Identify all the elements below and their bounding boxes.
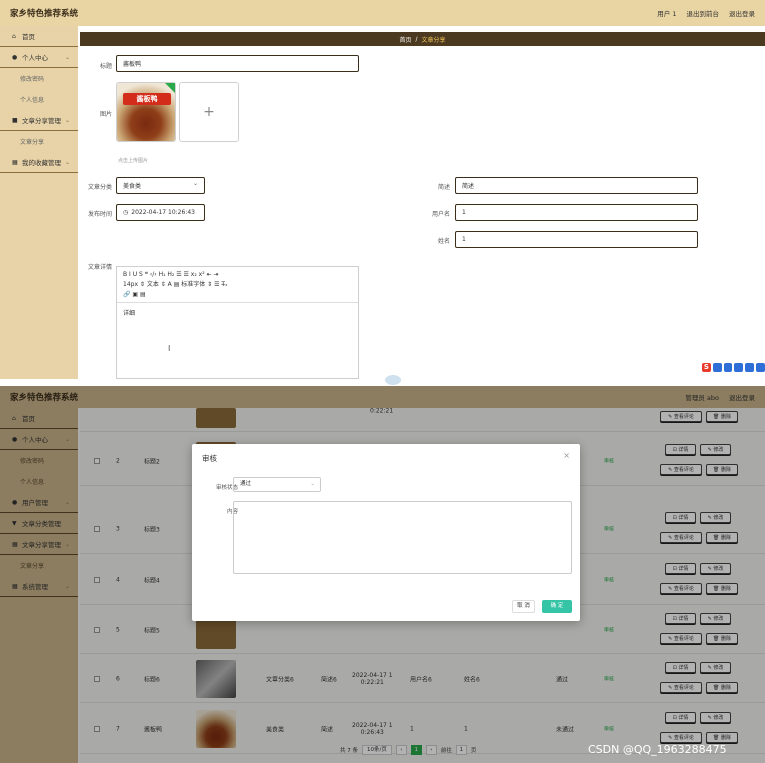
article-review-screen: 家乡特色推荐系统 管理员 abo 退出登录 ⌂ 首页 ● 个人中心 ⌄ 修改密码 个人信息 ● 用… [0,386,765,763]
sidebar: ⌂ 首页 ● 个人中心 ⌄ 修改密码 个人信息 ■ 文章分享管理 ⌄ 文章分享 ▦ 我的收藏管理 ⌄ [0,26,78,379]
review-dialog: 审核 × 审核状态 通过 ⌄ 内容 取 消 确 定 [192,444,580,621]
name-input[interactable]: 1 [455,231,698,248]
title-input[interactable]: 酱板鸭 [116,55,359,72]
chevron-down-icon: ⌄ [64,116,70,124]
upload-hint: 点击上传图片 [118,158,149,164]
sidebar-item-label: 我的收藏管理 [22,159,61,167]
close-icon[interactable]: × [563,451,570,460]
brief-label: 简述 [437,184,450,191]
image-label: 图片 [99,111,112,118]
sidebar-item-label: 个人信息 [20,97,45,104]
sidebar-item-4[interactable]: ■ 文章分享管理 ⌄ [0,110,78,131]
screenshot-divider [0,375,765,386]
grid-icon: ▦ [12,158,18,166]
top-header: 家乡特色推荐系统 用户 1 退出到前台 退出登录 [0,0,765,26]
uploaded-check-icon [165,83,175,93]
breadcrumb: 首页 / 文章分享 [80,32,765,46]
ime-punct-icon[interactable] [723,363,733,372]
sidebar-item-label: 修改密码 [20,76,45,83]
sidebar-item-2[interactable]: 修改密码 [0,68,78,89]
username-label: 用户名 [431,211,450,218]
chevron-down-icon: ⌄ [310,481,315,487]
toolbar-row-0[interactable]: B I U S ❝ ‹/› H₁ H₂ ☰ ☰ x₂ x² ⇤ ⇥ [123,270,352,280]
toolbar-row-1[interactable]: 14px ⇕ 文本 ⇕ A ▤ 标准字体 ⇕ ☰ T̶ₓ [123,280,352,290]
content-textarea[interactable] [233,501,572,574]
status-select[interactable]: 通过 ⌄ [233,477,321,492]
username-input[interactable]: 1 [455,204,698,221]
editor-toolbar[interactable]: B I U S ❝ ‹/› H₁ H₂ ☰ ☰ x₂ x² ⇤ ⇥ 14px ⇕ … [117,267,358,303]
ime-toolbar[interactable]: S [702,362,765,373]
ime-keyboard-icon[interactable] [745,363,755,372]
ime-mic-icon[interactable] [734,363,744,372]
breadcrumb-current: 文章分享 [421,36,446,44]
app-title: 家乡特色推荐系统 [10,9,79,19]
divider-handle [385,375,401,385]
category-select[interactable]: 美食类 [116,177,205,194]
confirm-button[interactable]: 确 定 [542,600,572,613]
sidebar-item-label: 文章分享 [20,139,45,146]
publish-time-label: 发布时间 [87,211,112,218]
sidebar-item-1[interactable]: ● 个人中心 ⌄ [0,47,78,68]
plus-icon: + [203,104,215,120]
image-badge: 酱板鸭 [123,93,171,105]
header-link-1[interactable]: 退出到前台 [687,8,720,18]
sidebar-item-0[interactable]: ⌂ 首页 [0,26,78,47]
home-icon: ⌂ [12,32,16,40]
text-cursor-icon: I [168,344,171,353]
article-edit-screen: 家乡特色推荐系统 用户 1 退出到前台 退出登录 ⌂ 首页 ● 个人中心 ⌄ 修改密码个人信息… [0,0,765,379]
upload-add-button[interactable]: + [179,82,239,142]
breadcrumb-separator: / [415,35,418,43]
sidebar-item-label: 个人中心 [22,54,48,62]
sidebar-item-label: 首页 [22,33,35,41]
editor-content[interactable]: 详细 [117,303,358,322]
publish-time-picker[interactable]: ◷ 2022-04-17 10:26:43 [116,204,205,221]
sidebar-item-3[interactable]: 个人信息 [0,89,78,110]
header-link-0[interactable]: 用户 1 [657,8,676,18]
toolbar-row-2[interactable]: 🔗 ▣ ▤ [123,290,352,300]
title-label: 标题 [99,63,112,70]
clock-icon: ◷ [123,209,129,216]
sidebar-item-label: 文章分享管理 [22,117,61,125]
publish-time-value: 2022-04-17 10:26:43 [131,209,195,216]
header-links: 用户 1 退出到前台 退出登录 [657,8,755,18]
sogou-logo-icon: S [702,363,711,372]
category-label: 文章分类 [87,184,112,191]
article-icon: ■ [12,116,18,124]
chevron-down-icon: ⌄ [64,158,70,166]
user-icon: ● [12,53,18,61]
brief-input[interactable]: 简述 [455,177,698,194]
detail-label: 文章详情 [87,264,112,271]
header-link-2[interactable]: 退出登录 [729,8,755,18]
status-select-value: 通过 [240,481,252,487]
cancel-button[interactable]: 取 消 [512,600,535,613]
sidebar-item-6[interactable]: ▦ 我的收藏管理 ⌄ [0,152,78,173]
breadcrumb-home[interactable]: 首页 [399,35,411,44]
chevron-down-icon: ⌄ [64,53,70,61]
name-label: 姓名 [437,238,450,245]
sidebar-item-5[interactable]: 文章分享 [0,131,78,152]
watermark: CSDN @QQ_1963288475 [588,743,727,756]
ime-skin-icon[interactable] [756,363,765,372]
ime-chinese-icon[interactable] [712,363,722,372]
dialog-title: 审核 [202,454,217,463]
uploaded-image[interactable]: 酱板鸭 [116,82,176,142]
rich-text-editor[interactable]: B I U S ❝ ‹/› H₁ H₂ ☰ ☰ x₂ x² ⇤ ⇥ 14px ⇕ … [116,266,359,379]
